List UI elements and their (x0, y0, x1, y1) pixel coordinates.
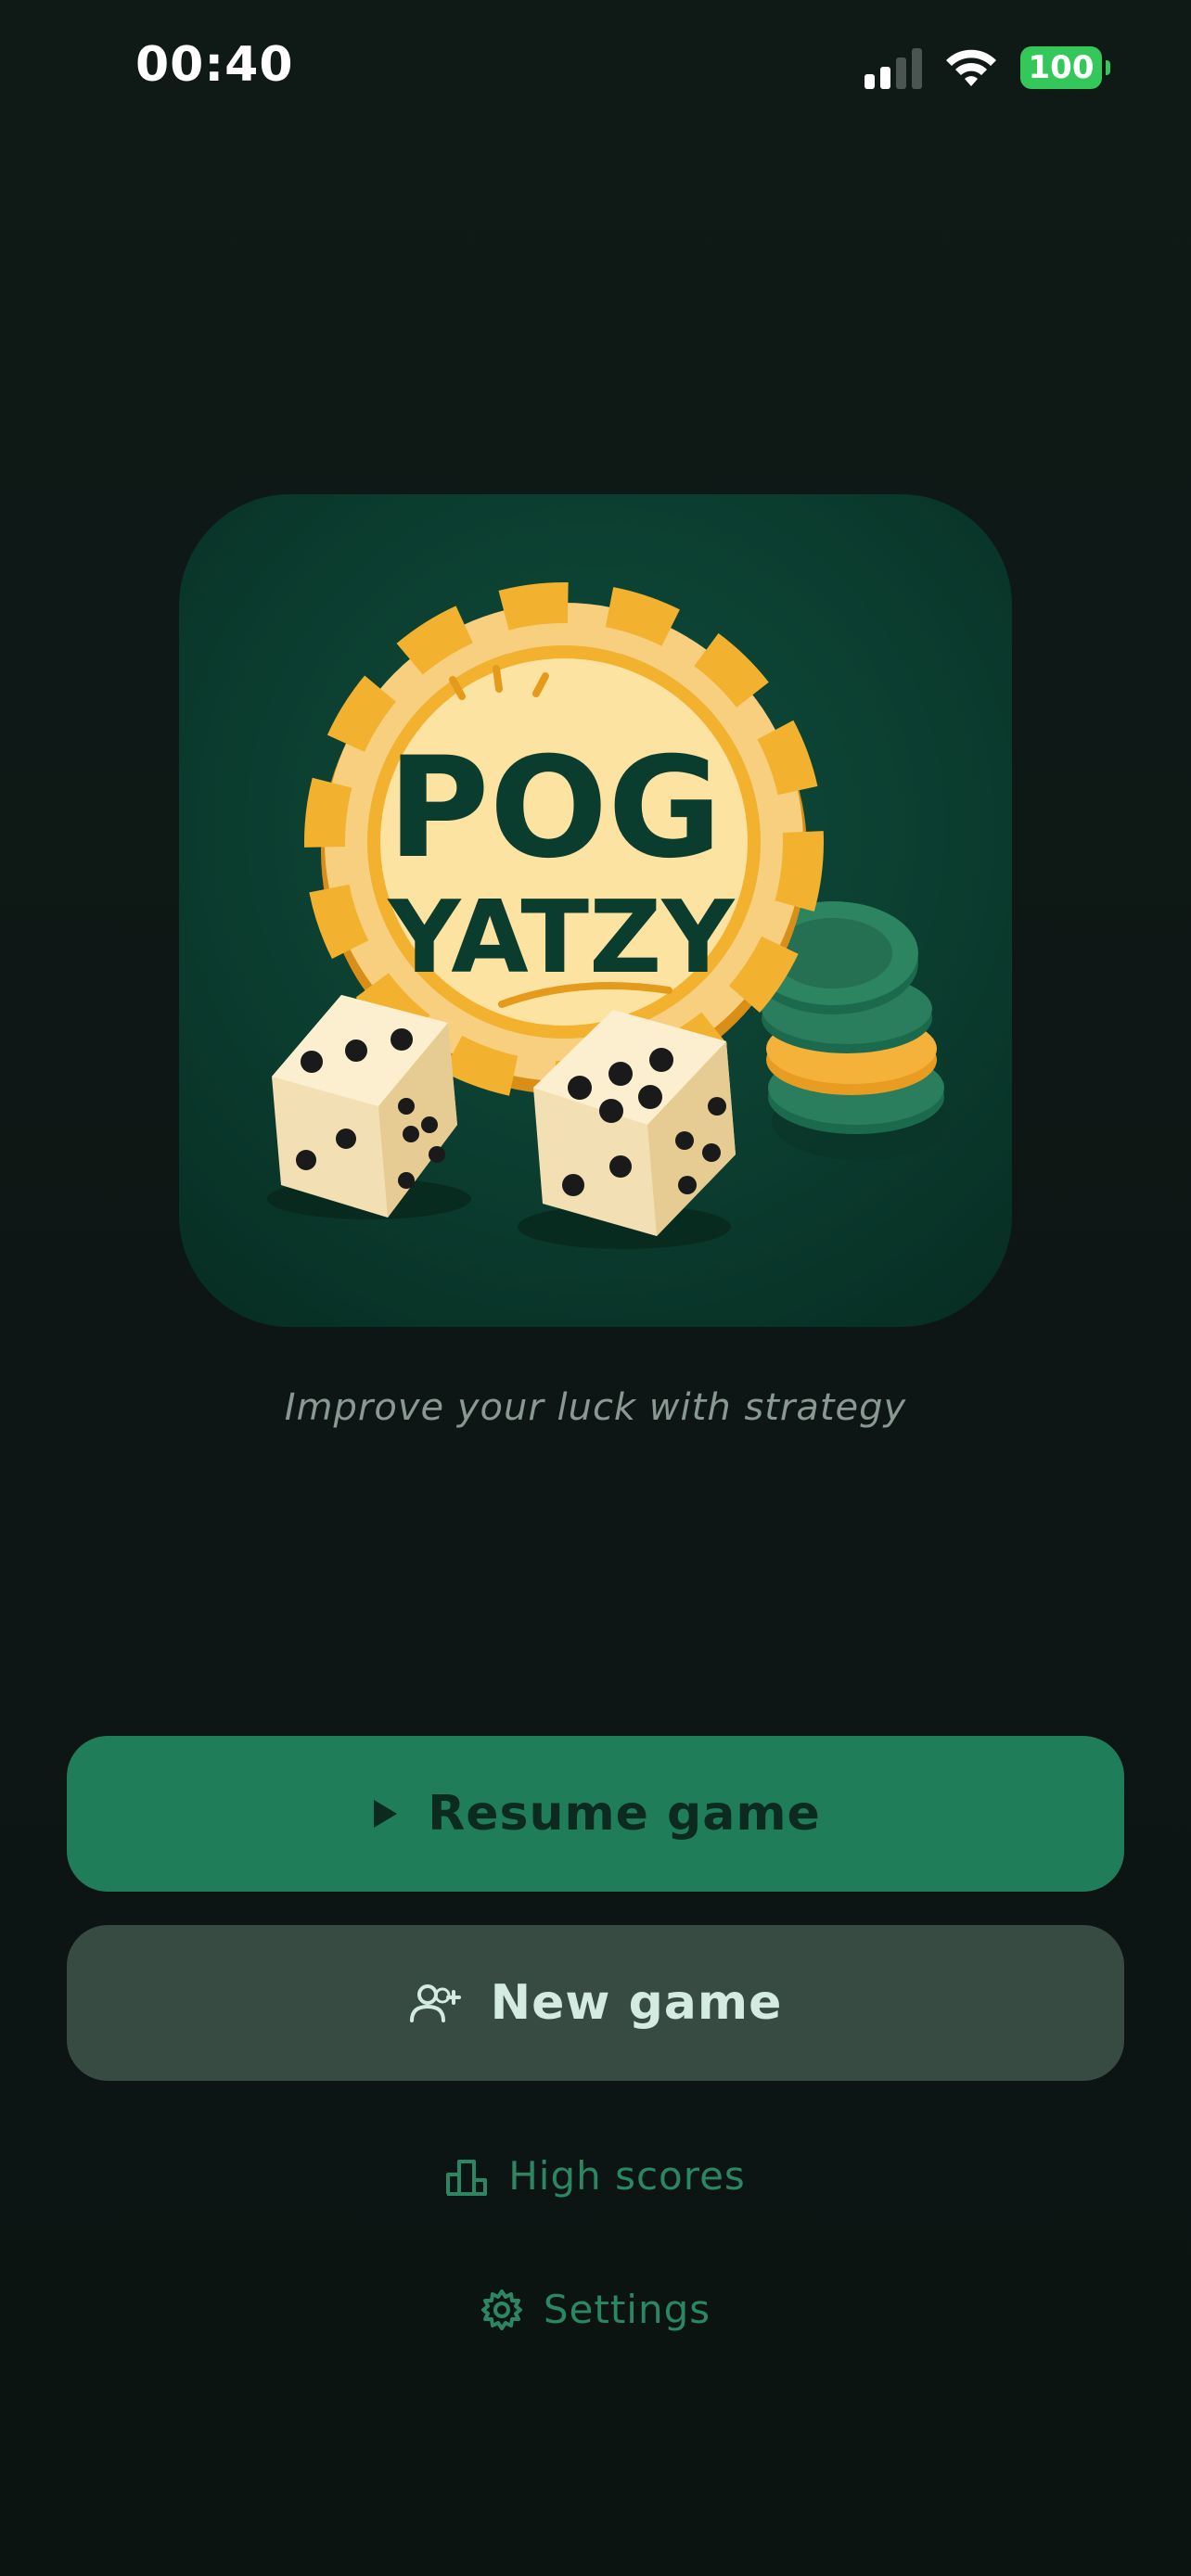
app-logo: POG YATZY (179, 494, 1012, 1327)
resume-game-button[interactable]: Resume game (67, 1736, 1124, 1892)
wifi-icon (944, 47, 998, 88)
settings-label: Settings (543, 2287, 711, 2332)
play-icon (370, 1797, 400, 1830)
home-screen: 00:40 100 POG YATZY Improve your luck wi… (0, 0, 1191, 2576)
high-scores-link[interactable]: High scores (0, 2153, 1191, 2199)
high-scores-label: High scores (508, 2153, 746, 2199)
logo-line1: POG (388, 728, 723, 889)
tagline: Improve your luck with strategy (284, 1386, 907, 1429)
die-icon (267, 995, 471, 1219)
battery-icon: 100 (1020, 46, 1110, 89)
new-game-label: New game (490, 1975, 783, 2031)
logo-line2: YATZY (386, 880, 736, 996)
settings-link[interactable]: Settings (0, 2287, 1191, 2332)
add-user-icon (409, 1983, 463, 2023)
status-bar: 00:40 100 (0, 0, 1191, 139)
status-icons: 100 (864, 46, 1110, 89)
cellular-signal-icon (864, 46, 922, 89)
new-game-button[interactable]: New game (67, 1925, 1124, 2081)
battery-level: 100 (1028, 49, 1095, 86)
status-time: 00:40 (135, 37, 294, 93)
resume-game-label: Resume game (428, 1786, 821, 1842)
gear-icon (480, 2289, 523, 2331)
podium-icon (445, 2156, 488, 2197)
